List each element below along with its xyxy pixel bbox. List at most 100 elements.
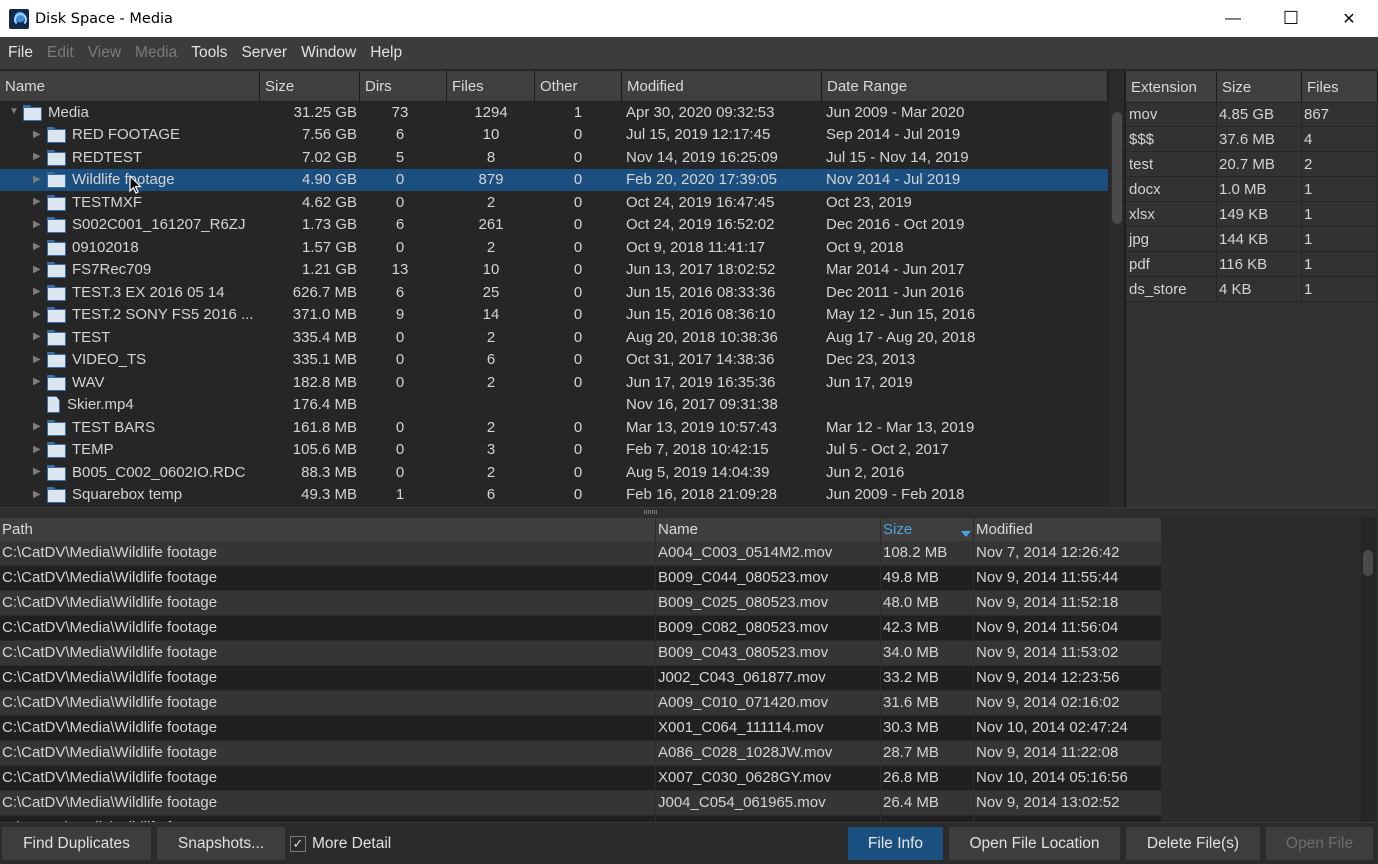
expand-triangle-icon[interactable]: ▶ [33,467,43,477]
expand-triangle-icon[interactable]: ▶ [33,264,43,275]
menu-file[interactable]: File [0,44,39,62]
column-header-ext-size[interactable]: Size [1217,71,1302,103]
close-button[interactable]: ✕ [1320,0,1378,37]
expand-triangle-icon[interactable]: ▶ [33,242,43,252]
menu-help[interactable]: Help [362,44,408,62]
extension-row[interactable]: $$$ 37.6 MB 4 [1126,127,1378,152]
menu-server[interactable]: Server [233,44,293,62]
tree-row-name-cell: ▶ RED FOOTAGE [0,126,260,144]
tree-row[interactable]: ▼ Media 31.25 GB 73 1294 1 Apr 30, 2020 09:32:… [0,101,1108,124]
expand-triangle-icon[interactable]: ▶ [33,444,43,455]
open-file-location-button[interactable]: Open File Location [949,827,1120,860]
file-list-scrollbar[interactable] [1361,518,1376,822]
extension-table: Extension Size Files mov 4.85 GB 867 $$$ 37.… [1124,71,1378,507]
column-header-date-range[interactable]: Date Range [822,71,1108,102]
splitter-grip-icon[interactable] [644,510,658,514]
extension-row[interactable]: docx 1.0 MB 1 [1126,177,1378,202]
file-info-button[interactable]: File Info [848,827,943,860]
menu-view[interactable]: View [80,44,127,62]
column-header-file-name[interactable]: Name [656,518,881,541]
expand-triangle-icon[interactable]: ▶ [33,332,43,342]
tree-row[interactable]: ▶ TEMP 105.6 MB 0 3 0 Feb 7, 2018 10:42:15 Jul … [0,439,1108,462]
find-duplicates-button[interactable]: Find Duplicates [2,827,151,860]
expand-triangle-icon[interactable]: ▶ [33,309,43,320]
tree-row[interactable]: ▶ REDTEST 7.02 GB 5 8 0 Nov 14, 2019 16:25:09 J… [0,146,1108,169]
expand-triangle-icon[interactable]: ▶ [33,377,43,387]
tree-row[interactable]: ▶ B005_C002_0602IO.RDC 88.3 MB 0 2 0 Aug 5, 20… [0,461,1108,484]
expand-triangle-icon[interactable]: ▶ [33,287,43,297]
expand-triangle-icon[interactable]: ▶ [33,152,43,162]
file-row[interactable]: C:\CatDV\Media\Wildlife footage X007_C030… [0,766,1162,791]
column-header-modified[interactable]: Modified [622,71,822,102]
tree-row-name-cell: ▶ Squarebox temp [0,486,260,504]
menu-edit[interactable]: Edit [39,44,80,62]
file-list-scrollbar-thumb[interactable] [1363,550,1373,576]
column-header-other[interactable]: Other [535,71,622,102]
bottom-toolbar: Find Duplicates Snapshots... ✓ More Deta… [0,822,1378,864]
file-row[interactable]: C:\CatDV\Media\Wildlife footage B009_C043… [0,641,1162,666]
file-row[interactable]: C:\CatDV\Media\Wildlife footage A009_C010… [0,691,1162,716]
open-file-button[interactable]: Open File [1266,827,1373,860]
file-row[interactable]: C:\CatDV\Media\Wildlife footage B009_C044… [0,566,1162,591]
menu-window[interactable]: Window [293,44,362,62]
expand-triangle-icon[interactable]: ▶ [33,129,43,140]
tree-row[interactable]: ▶ TEST 335.4 MB 0 2 0 Aug 20, 2018 10:38:36 Aug… [0,326,1108,349]
column-header-file-size[interactable]: Size [881,518,974,541]
file-row[interactable]: C:\CatDV\Media\Wildlife footage B009_C025… [0,591,1162,616]
column-header-files[interactable]: Files [447,71,535,102]
tree-row[interactable]: ▶ RED FOOTAGE 7.56 GB 6 10 0 Jul 15, 2019 12:1… [0,124,1108,147]
file-row[interactable]: C:\CatDV\Media\Wildlife footage J004_C054… [0,791,1162,816]
expand-triangle-icon[interactable]: ▶ [33,197,43,207]
folder-icon [47,284,66,301]
expand-triangle-icon[interactable]: ▶ [33,422,43,432]
menu-tools[interactable]: Tools [183,44,233,62]
tree-row[interactable]: ▶ TEST.2 SONY FS5 2016 ... 371.0 MB 9 14 0 Jun… [0,304,1108,327]
tree-row[interactable]: ▶ VIDEO_TS 335.1 MB 0 6 0 Oct 31, 2017 14:38:3… [0,349,1108,372]
collapse-triangle-icon[interactable]: ▼ [9,107,19,117]
tree-row[interactable]: ▶ 09102018 1.57 GB 0 2 0 Oct 9, 2018 11:41:17 O… [0,236,1108,259]
column-header-file-modified[interactable]: Modified [974,518,1162,541]
expand-triangle-icon[interactable]: ▶ [33,219,43,230]
file-row[interactable]: C:\CatDV\Media\Wildlife footage A086_C028… [0,741,1162,766]
column-header-ext-files[interactable]: Files [1302,71,1378,103]
snapshots-button[interactable]: Snapshots... [157,827,285,860]
file-row[interactable]: C:\CatDV\Media\Wildlife footage A004_C003… [0,541,1162,566]
extension-row[interactable]: pdf 116 KB 1 [1126,252,1378,277]
more-detail-checkbox[interactable]: ✓ [290,836,306,852]
tree-row[interactable]: ▶ TEST.3 EX 2016 05 14 626.7 MB 6 25 0 Jun 15,… [0,281,1108,304]
tree-row[interactable]: ▶ S002C001_161207_R6ZJ 1.73 GB 6 261 0 Oct 24,… [0,214,1108,237]
tree-scrollbar-thumb[interactable] [1112,112,1122,224]
minimize-button[interactable]: — [1204,0,1262,37]
column-header-extension[interactable]: Extension [1126,71,1217,103]
tree-cell-other: 0 [573,283,583,301]
column-header-dirs[interactable]: Dirs [360,71,447,102]
tree-row[interactable]: ▶ TESTMXF 4.62 GB 0 2 0 Oct 24, 2019 16:47:45 O… [0,191,1108,214]
extension-row[interactable]: ds_store 4 KB 1 [1126,277,1378,302]
delete-files-button[interactable]: Delete File(s) [1126,827,1260,860]
pane-splitter[interactable] [0,507,1378,516]
tree-cell-modified: Feb 7, 2018 10:42:15 [626,441,769,459]
menu-media[interactable]: Media [127,44,183,62]
tree-row[interactable]: ▶ Wildlife footage 4.90 GB 0 879 0 Feb 20, 202… [0,168,1108,191]
extension-row[interactable]: mov 4.85 GB 867 [1126,102,1378,127]
file-row[interactable]: C:\CatDV\Media\Wildlife footage J002_C043… [0,666,1162,691]
tree-row[interactable]: ▶ Squarebox temp 49.3 MB 1 6 0 Feb 16, 2018 21… [0,484,1108,507]
column-header-size[interactable]: Size [260,71,360,102]
expand-triangle-icon[interactable]: ▶ [33,174,43,185]
more-detail-toggle[interactable]: ✓ More Detail [290,835,391,853]
extension-row[interactable]: jpg 144 KB 1 [1126,227,1378,252]
tree-row[interactable]: ▶ FS7Rec709 1.21 GB 13 10 0 Jun 13, 2017 18:02… [0,259,1108,282]
tree-row[interactable]: Skier.mp4 176.4 MB Nov 16, 2017 09:31:38 [0,394,1108,417]
tree-cell-range: Jun 2, 2016 [826,463,905,481]
extension-row[interactable]: test 20.7 MB 2 [1126,152,1378,177]
tree-row[interactable]: ▶ TEST BARS 161.8 MB 0 2 0 Mar 13, 2019 10:57:… [0,416,1108,439]
file-row[interactable]: C:\CatDV\Media\Wildlife footage B009_C082… [0,616,1162,641]
extension-row[interactable]: xlsx 149 KB 1 [1126,202,1378,227]
column-header-path[interactable]: Path [0,518,656,541]
maximize-button[interactable]: ☐ [1262,0,1320,37]
column-header-name[interactable]: Name [0,71,260,102]
expand-triangle-icon[interactable]: ▶ [33,354,43,365]
expand-triangle-icon[interactable]: ▶ [33,489,43,500]
tree-row[interactable]: ▶ WAV 182.8 MB 0 2 0 Jun 17, 2019 16:35:36 Jun … [0,371,1108,394]
file-row[interactable]: C:\CatDV\Media\Wildlife footage X001_C064… [0,716,1162,741]
